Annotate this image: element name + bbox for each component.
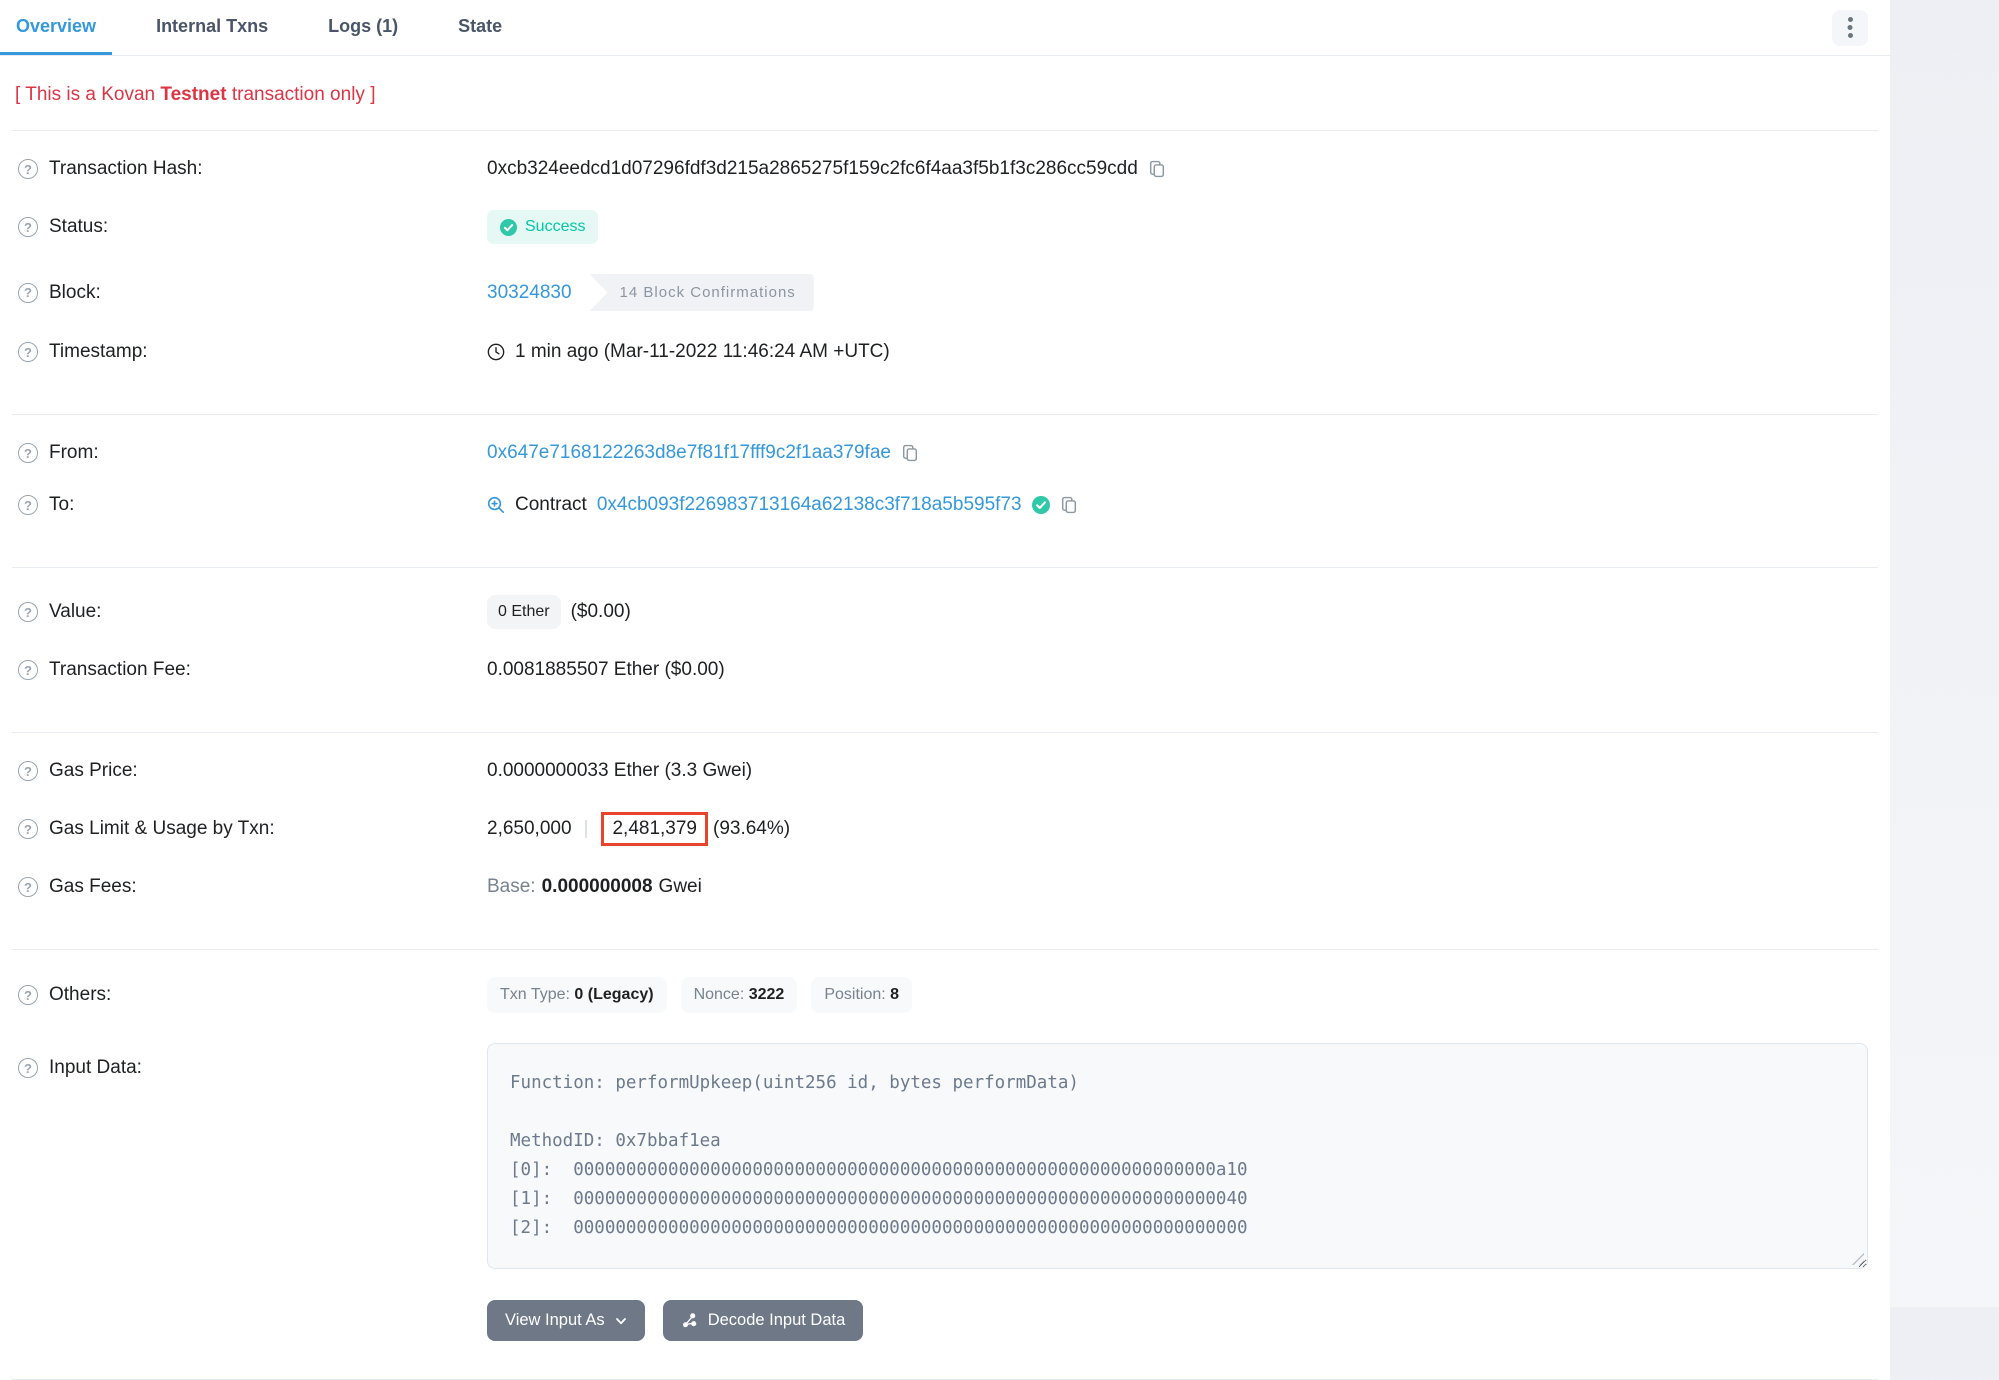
gas-used-percent: (93.64%) (713, 818, 790, 840)
txn-type-badge: Txn Type: 0 (Legacy) (487, 977, 667, 1013)
transaction-hash-row: Transaction Hash: 0xcb324eedcd1d07296fdf… (0, 143, 1890, 195)
from-label: From: (49, 442, 99, 464)
help-icon (18, 342, 38, 362)
gas-fees-row: Gas Fees: Base: 0.000000008 Gwei (0, 861, 1890, 913)
gas-limit-label: Gas Limit & Usage by Txn: (49, 818, 275, 840)
timestamp-value: 1 min ago (Mar-11-2022 11:46:24 AM +UTC) (515, 341, 890, 363)
value-label: Value: (49, 601, 101, 623)
nonce-badge: Nonce: 3222 (681, 977, 798, 1013)
transaction-fee-label: Transaction Fee: (49, 659, 191, 681)
search-plus-icon (487, 496, 505, 514)
transaction-hash-value: 0xcb324eedcd1d07296fdf3d215a2865275f159c… (487, 158, 1138, 180)
help-icon (18, 985, 38, 1005)
check-circle-icon (500, 219, 517, 236)
gas-limit-row: Gas Limit & Usage by Txn: 2,650,000 | 2,… (0, 797, 1890, 861)
gas-price-label: Gas Price: (49, 760, 138, 782)
kebab-menu-icon[interactable] (1832, 10, 1868, 46)
help-icon (18, 283, 38, 303)
to-row: To: Contract 0x4cb093f226983713164a62138… (0, 479, 1890, 531)
tabbar: Overview Internal Txns Logs (1) State (0, 0, 1890, 56)
status-label: Status: (49, 216, 108, 238)
copy-icon[interactable] (1148, 160, 1166, 178)
decode-icon (681, 1312, 698, 1329)
pipe-separator: | (584, 818, 589, 840)
copy-icon[interactable] (901, 444, 919, 462)
help-icon (18, 1058, 38, 1078)
base-fee-unit: Gwei (659, 876, 702, 898)
to-label: To: (49, 494, 74, 516)
input-actions: View Input As Decode Input Data (487, 1300, 1890, 1341)
input-data-label: Input Data: (49, 1057, 142, 1079)
help-icon (18, 761, 38, 781)
status-row: Status: Success (0, 195, 1890, 259)
help-icon (18, 217, 38, 237)
gas-used-value: 2,481,379 (612, 818, 697, 839)
from-row: From: 0x647e7168122263d8e7f81f17fff9c2f1… (0, 427, 1890, 479)
help-icon (18, 443, 38, 463)
transaction-fee-value: 0.0081885507 Ether ($0.00) (487, 659, 725, 681)
help-icon (18, 819, 38, 839)
position-badge: Position: 8 (811, 977, 912, 1013)
transaction-details-card: Overview Internal Txns Logs (1) State [ … (0, 0, 1890, 1380)
view-input-as-button[interactable]: View Input As (487, 1300, 645, 1341)
clock-icon (487, 343, 505, 361)
tab-overview[interactable]: Overview (0, 0, 112, 55)
block-label: Block: (49, 282, 101, 304)
base-fee-value: 0.000000008 (542, 876, 653, 898)
ether-value-badge: 0 Ether (487, 595, 561, 629)
value-row: Value: 0 Ether ($0.00) (0, 580, 1890, 644)
block-number-link[interactable]: 30324830 (487, 282, 572, 304)
gas-price-row: Gas Price: 0.0000000033 Ether (3.3 Gwei) (0, 745, 1890, 797)
base-fee-label: Base: (487, 876, 536, 898)
value-usd: ($0.00) (571, 601, 631, 623)
from-address-link[interactable]: 0x647e7168122263d8e7f81f17fff9c2f1aa379f… (487, 442, 891, 464)
gas-limit-value: 2,650,000 (487, 818, 572, 840)
transaction-hash-label: Transaction Hash: (49, 158, 202, 180)
input-data-textarea[interactable]: Function: performUpkeep(uint256 id, byte… (487, 1043, 1868, 1269)
timestamp-label: Timestamp: (49, 341, 148, 363)
tab-logs[interactable]: Logs (1) (312, 0, 414, 55)
help-icon (18, 877, 38, 897)
chevron-down-icon (615, 1315, 627, 1327)
gas-price-value: 0.0000000033 Ether (3.3 Gwei) (487, 760, 752, 782)
timestamp-row: Timestamp: 1 min ago (Mar-11-2022 11:46:… (0, 326, 1890, 378)
transaction-fee-row: Transaction Fee: 0.0081885507 Ether ($0.… (0, 644, 1890, 696)
input-data-row: Input Data: Function: performUpkeep(uint… (0, 1028, 1890, 1284)
copy-icon[interactable] (1060, 496, 1078, 514)
block-confirmations-badge: 14 Block Confirmations (590, 274, 814, 311)
others-label: Others: (49, 984, 111, 1006)
to-type: Contract (515, 494, 587, 516)
gas-fees-label: Gas Fees: (49, 876, 137, 898)
block-row: Block: 30324830 14 Block Confirmations (0, 259, 1890, 326)
help-icon (18, 602, 38, 622)
tab-state[interactable]: State (442, 0, 518, 55)
help-icon (18, 660, 38, 680)
tab-internal-txns[interactable]: Internal Txns (140, 0, 284, 55)
testnet-notice: [ This is a Kovan Testnet transaction on… (15, 84, 1890, 106)
help-icon (18, 159, 38, 179)
others-row: Others: Txn Type: 0 (Legacy) Nonce: 3222… (0, 962, 1890, 1028)
help-icon (18, 495, 38, 515)
gas-used-highlight-box: 2,481,379 (601, 812, 708, 846)
to-address-link[interactable]: 0x4cb093f226983713164a62138c3f718a5b595f… (597, 494, 1022, 516)
verified-check-icon (1032, 496, 1050, 514)
status-badge: Success (487, 210, 598, 244)
decode-input-data-button[interactable]: Decode Input Data (663, 1300, 864, 1341)
